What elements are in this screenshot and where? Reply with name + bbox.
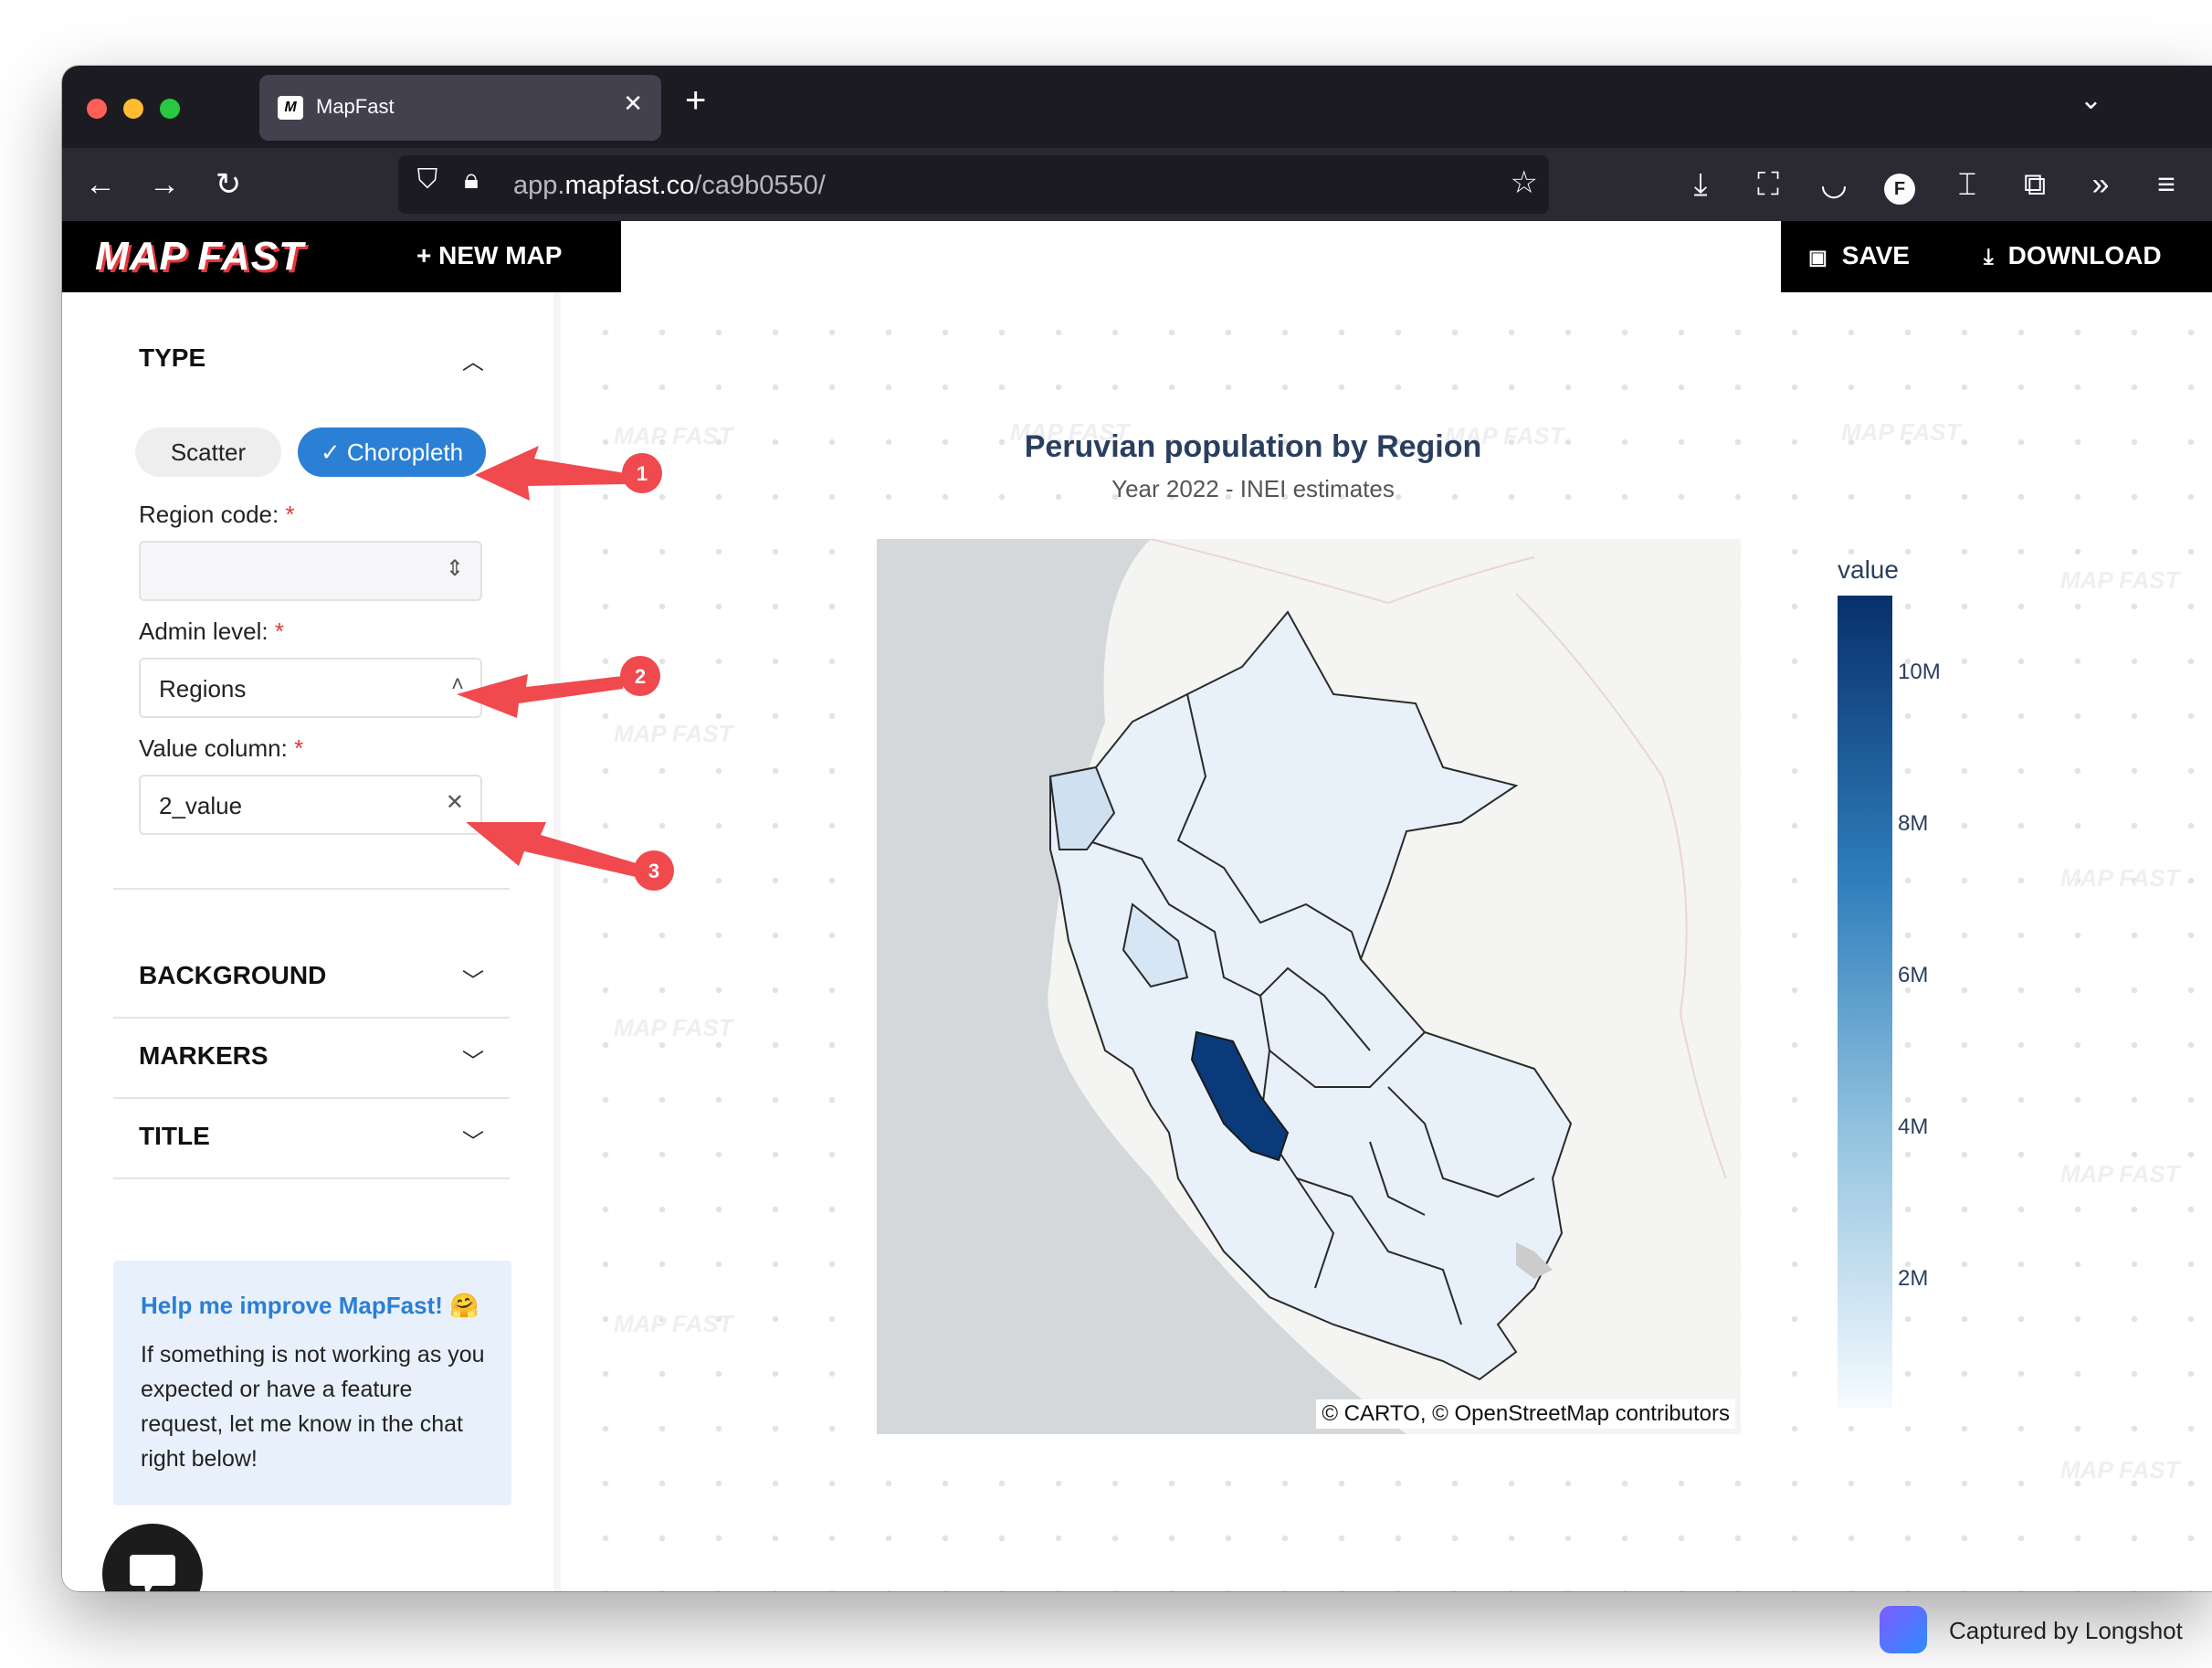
minimize-window-button[interactable] — [123, 99, 143, 119]
url-domain: mapfast.co — [564, 171, 695, 200]
colorbar-tick: 8M — [1898, 811, 1929, 836]
type-choropleth-button[interactable]: ✓ Choropleth — [298, 428, 486, 477]
chevron-down-icon[interactable]: ﹀ — [462, 1124, 484, 1156]
watermark-text: MAP FAST — [614, 1014, 733, 1041]
divider — [113, 1177, 510, 1179]
back-arrow-icon[interactable]: ← — [80, 164, 121, 205]
section-title-title[interactable]: TITLE — [139, 1122, 210, 1151]
hamburger-menu-icon[interactable]: ≡ — [2146, 164, 2186, 205]
region-code-label: Region code: * — [139, 501, 295, 528]
tab-close-icon[interactable]: ✕ — [623, 90, 643, 118]
watermark-text: MAP FAST — [2060, 1160, 2180, 1188]
extensions-puzzle-icon[interactable]: ⧉ — [2015, 164, 2055, 205]
close-window-button[interactable] — [87, 99, 107, 119]
bookmark-star-icon[interactable]: ☆ — [1511, 164, 1538, 201]
map-canvas: MAP FAST MAP FAST MAP FAST MAP FAST MAP … — [568, 292, 2212, 1591]
check-icon: ✓ — [320, 438, 347, 466]
colorbar-title: value — [1838, 555, 1899, 584]
chat-bubble-tail-icon — [144, 1584, 153, 1591]
admin-level-select[interactable]: Regions ˄ — [139, 658, 482, 718]
longshot-logo-icon — [1880, 1606, 1927, 1653]
help-title: Help me improve MapFast! 🤗 — [141, 1292, 479, 1319]
section-background-title[interactable]: BACKGROUND — [139, 961, 326, 990]
help-body: If something is not working as you expec… — [141, 1342, 485, 1472]
tab-list-chevron-icon[interactable]: ⌄ — [2080, 84, 2102, 116]
browser-tab-mapfast[interactable]: M MapFast ✕ — [259, 75, 661, 141]
colorbar-tick: 4M — [1898, 1114, 1929, 1139]
divider — [113, 1017, 510, 1019]
browser-toolbar: ← → ↻ ⛉ 🔒︎ app.mapfast.co/ca9b0550/ ☆ ⤓ … — [62, 148, 2212, 221]
pocket-icon[interactable]: ◡ — [1814, 164, 1854, 205]
mapfast-logo[interactable]: MAP FAST — [95, 234, 304, 280]
save-label: SAVE — [1841, 241, 1910, 269]
choropleth-label: Choropleth — [346, 438, 464, 466]
settings-sidebar: TYPE ︿ Scatter ✓ Choropleth Region code:… — [62, 292, 561, 1591]
watermark-text: MAP FAST — [2060, 864, 2180, 892]
type-scatter-button[interactable]: Scatter — [135, 428, 281, 477]
admin-level-label: Admin level: * — [139, 618, 284, 645]
floppy-icon: ▣ — [1808, 246, 1828, 269]
admin-level-value: Regions — [159, 675, 247, 702]
new-tab-plus-icon[interactable]: + — [685, 80, 706, 121]
value-column-value: 2_value — [159, 792, 243, 819]
browser-window: M MapFast ✕ + ⌄ ← → ↻ ⛉ 🔒︎ app.mapfast.c… — [62, 66, 2212, 1591]
reload-icon[interactable]: ↻ — [208, 164, 248, 205]
up-down-chevron-icon: ⇕ — [445, 556, 464, 581]
clear-x-icon[interactable]: ✕ — [446, 789, 464, 816]
chevron-up-icon[interactable]: ︿ — [462, 343, 484, 375]
region-code-select[interactable]: ⇕ — [139, 541, 482, 601]
header-right-block: ▣ SAVE ⤓ DOWNLOAD — [1781, 221, 2212, 292]
save-button[interactable]: ▣ SAVE — [1808, 241, 1910, 270]
chat-button[interactable] — [102, 1524, 203, 1591]
map-title: Peruvian population by Region — [1024, 429, 1482, 464]
colorbar-tick: 10M — [1898, 660, 1941, 684]
lock-icon[interactable]: 🔒︎ — [451, 164, 491, 195]
url-path: /ca9b0550/ — [694, 171, 826, 200]
profile-f-icon[interactable]: F — [1880, 164, 1920, 205]
tab-title: MapFast — [316, 95, 395, 118]
value-column-select[interactable]: 2_value ✕ — [139, 775, 482, 835]
value-column-label: Value column: * — [139, 734, 304, 762]
colorbar-tick: 2M — [1898, 1266, 1929, 1291]
divider — [113, 1097, 510, 1099]
header-left-block: MAP FAST + NEW MAP — [62, 221, 621, 292]
screenshot-icon[interactable]: ⛶ — [1748, 164, 1788, 205]
downloads-icon[interactable]: ⤓ — [1680, 164, 1721, 205]
map-attribution: © CARTO, © OpenStreetMap contributors — [1316, 1399, 1735, 1429]
help-box: Help me improve MapFast! 🤗 If something … — [113, 1261, 511, 1505]
peru-map-svg — [877, 539, 1727, 1434]
watermark-text: MAP FAST — [614, 1310, 733, 1337]
shield-icon[interactable]: ⛉ — [407, 164, 448, 195]
chevron-down-icon[interactable]: ﹀ — [462, 1043, 484, 1075]
overflow-chevrons-icon[interactable]: » — [2080, 164, 2121, 205]
capture-label: Captured by Longshot — [1949, 1617, 2183, 1644]
mapfast-favicon-icon: M — [278, 96, 303, 120]
new-map-button[interactable]: + NEW MAP — [416, 241, 562, 270]
download-icon: ⤓ — [1984, 245, 1994, 269]
forward-arrow-icon[interactable]: → — [144, 164, 184, 205]
translate-icon[interactable]: ⌶ — [1947, 164, 1987, 205]
colorbar-tick: 6M — [1898, 963, 1929, 987]
address-bar[interactable]: ⛉ 🔒︎ app.mapfast.co/ca9b0550/ ☆ — [398, 155, 1549, 214]
watermark-text: MAP FAST — [2060, 566, 2180, 594]
section-type-title[interactable]: TYPE — [139, 343, 205, 373]
maximize-window-button[interactable] — [160, 99, 180, 119]
map-subtitle: Year 2022 - INEI estimates — [1111, 475, 1395, 502]
app-header: MAP FAST + NEW MAP ▣ SAVE ⤓ DOWNLOAD — [62, 221, 2212, 292]
chevron-up-icon: ˄ — [450, 672, 464, 697]
screenshot-stage: M MapFast ✕ + ⌄ ← → ↻ ⛉ 🔒︎ app.mapfast.c… — [0, 0, 2212, 1668]
browser-tab-bar: M MapFast ✕ + ⌄ — [62, 66, 2212, 148]
divider — [113, 888, 510, 890]
colorbar — [1838, 596, 1892, 1409]
choropleth-map[interactable]: © CARTO, © OpenStreetMap contributors — [877, 539, 1741, 1434]
watermark-text: MAP FAST — [614, 720, 733, 747]
download-button[interactable]: ⤓ DOWNLOAD — [1984, 241, 2162, 270]
chevron-down-icon[interactable]: ﹀ — [462, 963, 484, 995]
watermark-text: MAP FAST — [2060, 1456, 2180, 1483]
url-text[interactable]: app.mapfast.co/ca9b0550/ — [513, 171, 826, 201]
section-markers-title[interactable]: MARKERS — [139, 1041, 269, 1071]
download-label: DOWNLOAD — [2007, 241, 2162, 269]
